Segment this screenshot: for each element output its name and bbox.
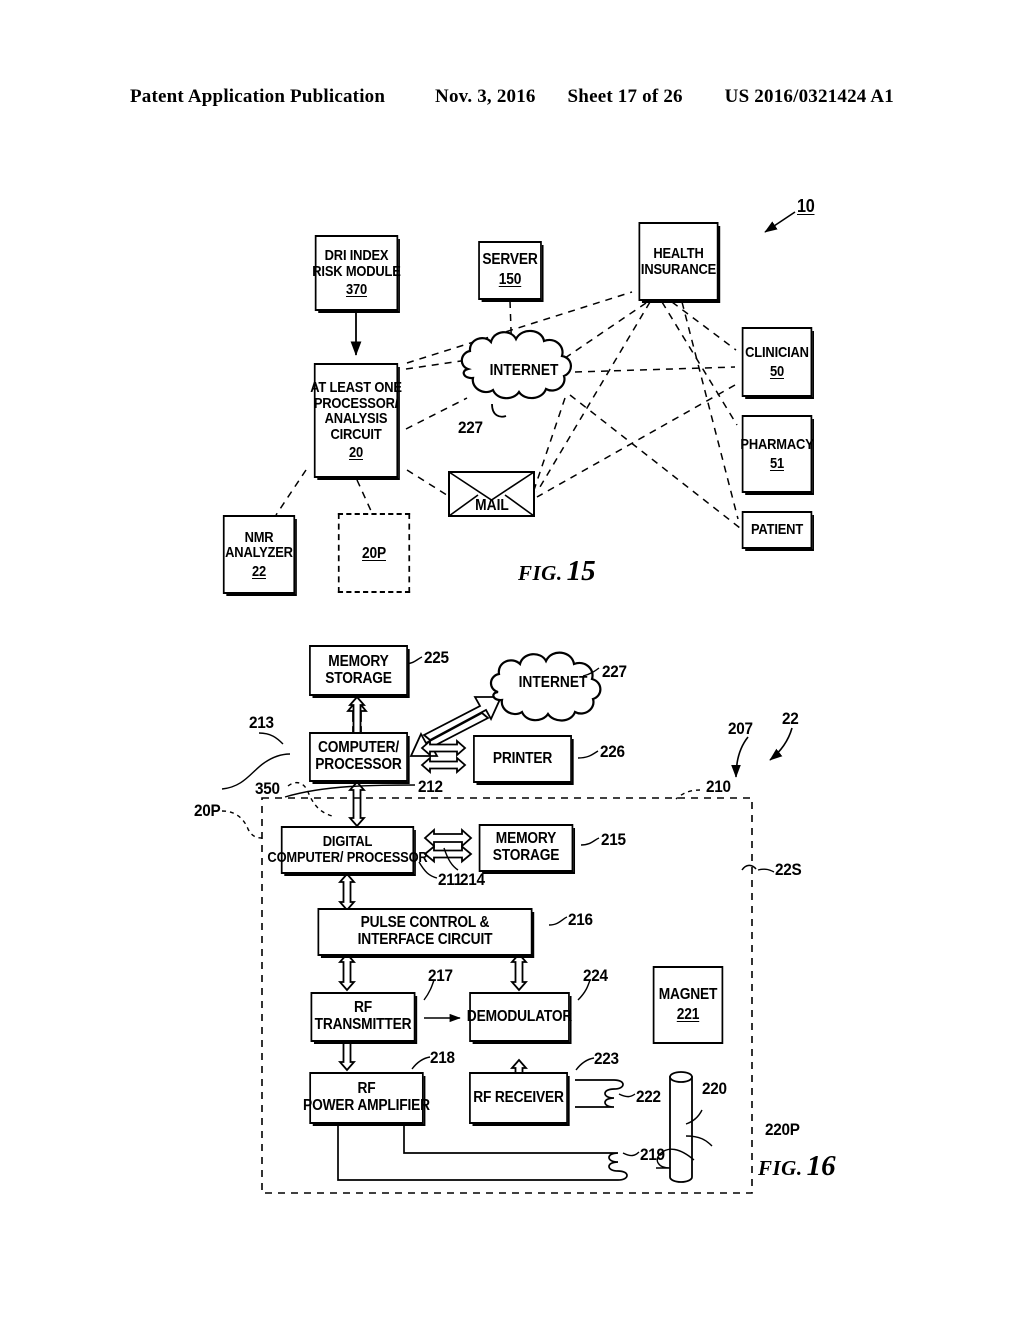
- node-label-line: COMPUTER/: [317, 739, 400, 757]
- ref-214: 214: [460, 870, 485, 889]
- node-label-line: DIGITAL: [322, 833, 373, 851]
- node-pulse-control-interface-circuit[interactable]: PULSE CONTROL & INTERFACE CIRCUIT: [317, 908, 533, 956]
- figure-caption-number: 16: [806, 1150, 836, 1182]
- node-memory-storage-215[interactable]: MEMORY STORAGE: [478, 824, 574, 872]
- ref-220p: 220P: [765, 1120, 800, 1139]
- ref-227-fig16: 227: [602, 662, 627, 681]
- figure-caption-number: 15: [566, 555, 596, 587]
- node-label-line: CLINICIAN: [745, 343, 809, 361]
- node-label-line: AT LEAST ONE: [310, 379, 402, 397]
- ref-224: 224: [583, 966, 608, 985]
- mail-label: MAIL: [475, 497, 509, 514]
- node-magnet[interactable]: MAGNET 221: [652, 966, 724, 1044]
- node-printer[interactable]: PRINTER: [473, 735, 572, 783]
- node-label-line: SERVER: [482, 251, 538, 269]
- node-label-line: MAGNET: [658, 985, 718, 1003]
- node-label-line: TRANSMITTER: [314, 1016, 412, 1033]
- node-label-line: RISK MODULE: [312, 262, 401, 280]
- node-label-line: RF: [357, 1080, 376, 1098]
- node-nmr-analyzer[interactable]: NMR ANALYZER 22: [222, 515, 296, 594]
- node-label-line: PULSE CONTROL &: [360, 914, 490, 932]
- ref-220: 220: [702, 1079, 727, 1098]
- node-ref-number: 22: [251, 562, 267, 580]
- ref-215: 215: [601, 830, 626, 849]
- ref-350: 350: [255, 779, 280, 798]
- node-health-insurance[interactable]: HEALTH INSURANCE: [638, 222, 719, 301]
- node-label-line: POWER AMPLIFIER: [303, 1097, 430, 1114]
- ref-22s: 22S: [775, 860, 802, 879]
- node-label-line: PROCESSOR/: [313, 394, 399, 412]
- node-label-line: CIRCUIT: [330, 425, 382, 443]
- ref-225: 225: [424, 648, 449, 667]
- node-label-line: INTERFACE CIRCUIT: [357, 931, 493, 948]
- node-memory-storage-225[interactable]: MEMORY STORAGE: [309, 645, 408, 696]
- node-rf-receiver[interactable]: RF RECEIVER: [469, 1072, 568, 1124]
- node-label-line: HEALTH: [653, 244, 704, 262]
- node-label-line: PHARMACY: [740, 435, 814, 453]
- node-at-least-one-processor[interactable]: AT LEAST ONE PROCESSOR/ ANALYSIS CIRCUIT…: [310, 363, 402, 478]
- node-label-line: STORAGE: [325, 669, 392, 687]
- ref-213: 213: [249, 713, 274, 732]
- node-ref-number: 20: [348, 444, 364, 462]
- ref-218: 218: [430, 1048, 455, 1067]
- node-ref-number: 51: [769, 454, 785, 472]
- node-label-line: MEMORY: [328, 652, 389, 670]
- node-rf-power-amplifier[interactable]: RF POWER AMPLIFIER: [303, 1072, 430, 1124]
- node-20p-placeholder[interactable]: 20P: [337, 513, 411, 593]
- node-ref-number: 370: [345, 281, 368, 299]
- node-label-line: INSURANCE: [640, 260, 717, 278]
- node-server[interactable]: SERVER 150: [478, 241, 542, 300]
- ref-20p: 20P: [194, 801, 221, 820]
- node-label-line: ANALYSIS: [324, 410, 388, 428]
- node-label-line: DRI INDEX: [324, 247, 389, 265]
- figure-caption-15: FIG. 15: [518, 555, 596, 588]
- node-ref-number: 221: [676, 1005, 700, 1023]
- ref-10-system: 10: [797, 196, 815, 216]
- ref-219: 219: [640, 1145, 665, 1164]
- node-rf-transmitter[interactable]: RF TRANSMITTER: [310, 992, 416, 1042]
- node-ref-number: 150: [498, 271, 522, 288]
- node-label-line: COMPUTER/ PROCESSOR: [267, 849, 428, 866]
- ref-212: 212: [418, 777, 443, 796]
- ref-217: 217: [428, 966, 453, 985]
- ref-227-fig15: 227: [458, 418, 483, 437]
- node-label-line: DEMODULATOR: [466, 1007, 573, 1025]
- node-label-line: PRINTER: [492, 749, 553, 767]
- internet-cloud-label-fig16: INTERNET: [518, 674, 588, 691]
- internet-cloud-label-fig15: INTERNET: [489, 362, 559, 379]
- node-computer-processor[interactable]: COMPUTER/ PROCESSOR: [309, 732, 408, 782]
- ref-211: 211: [438, 870, 462, 889]
- ref-22: 22: [782, 709, 799, 728]
- ref-226: 226: [600, 742, 625, 761]
- figure-caption-16: FIG. 16: [758, 1150, 836, 1183]
- node-clinician[interactable]: CLINICIAN 50: [741, 327, 813, 397]
- node-label-line: MEMORY: [495, 830, 557, 848]
- node-dri-index-risk-module[interactable]: DRI INDEX RISK MODULE 370: [312, 235, 401, 311]
- node-label-line: RF RECEIVER: [473, 1088, 564, 1106]
- node-label-line: PROCESSOR: [315, 756, 402, 773]
- ref-210: 210: [706, 777, 731, 796]
- figure-caption-word: FIG.: [518, 561, 563, 585]
- node-ref-number: 50: [769, 362, 785, 380]
- node-demodulator[interactable]: DEMODULATOR: [466, 992, 573, 1042]
- node-patient[interactable]: PATIENT: [741, 511, 813, 549]
- ref-207: 207: [728, 719, 753, 738]
- node-ref-number: 20P: [362, 545, 386, 563]
- node-pharmacy[interactable]: PHARMACY 51: [740, 415, 814, 493]
- ref-222: 222: [636, 1087, 661, 1106]
- node-label-line: RF: [353, 999, 373, 1017]
- figure-caption-word: FIG.: [758, 1156, 803, 1180]
- ref-223: 223: [594, 1049, 619, 1068]
- node-label-line: ANALYZER: [225, 544, 293, 562]
- ref-216: 216: [568, 910, 593, 929]
- node-digital-computer-processor[interactable]: DIGITAL COMPUTER/ PROCESSOR: [267, 826, 428, 874]
- node-label-line: NMR: [244, 528, 274, 546]
- node-label-line: PATIENT: [750, 521, 804, 539]
- node-label-line: STORAGE: [492, 847, 560, 864]
